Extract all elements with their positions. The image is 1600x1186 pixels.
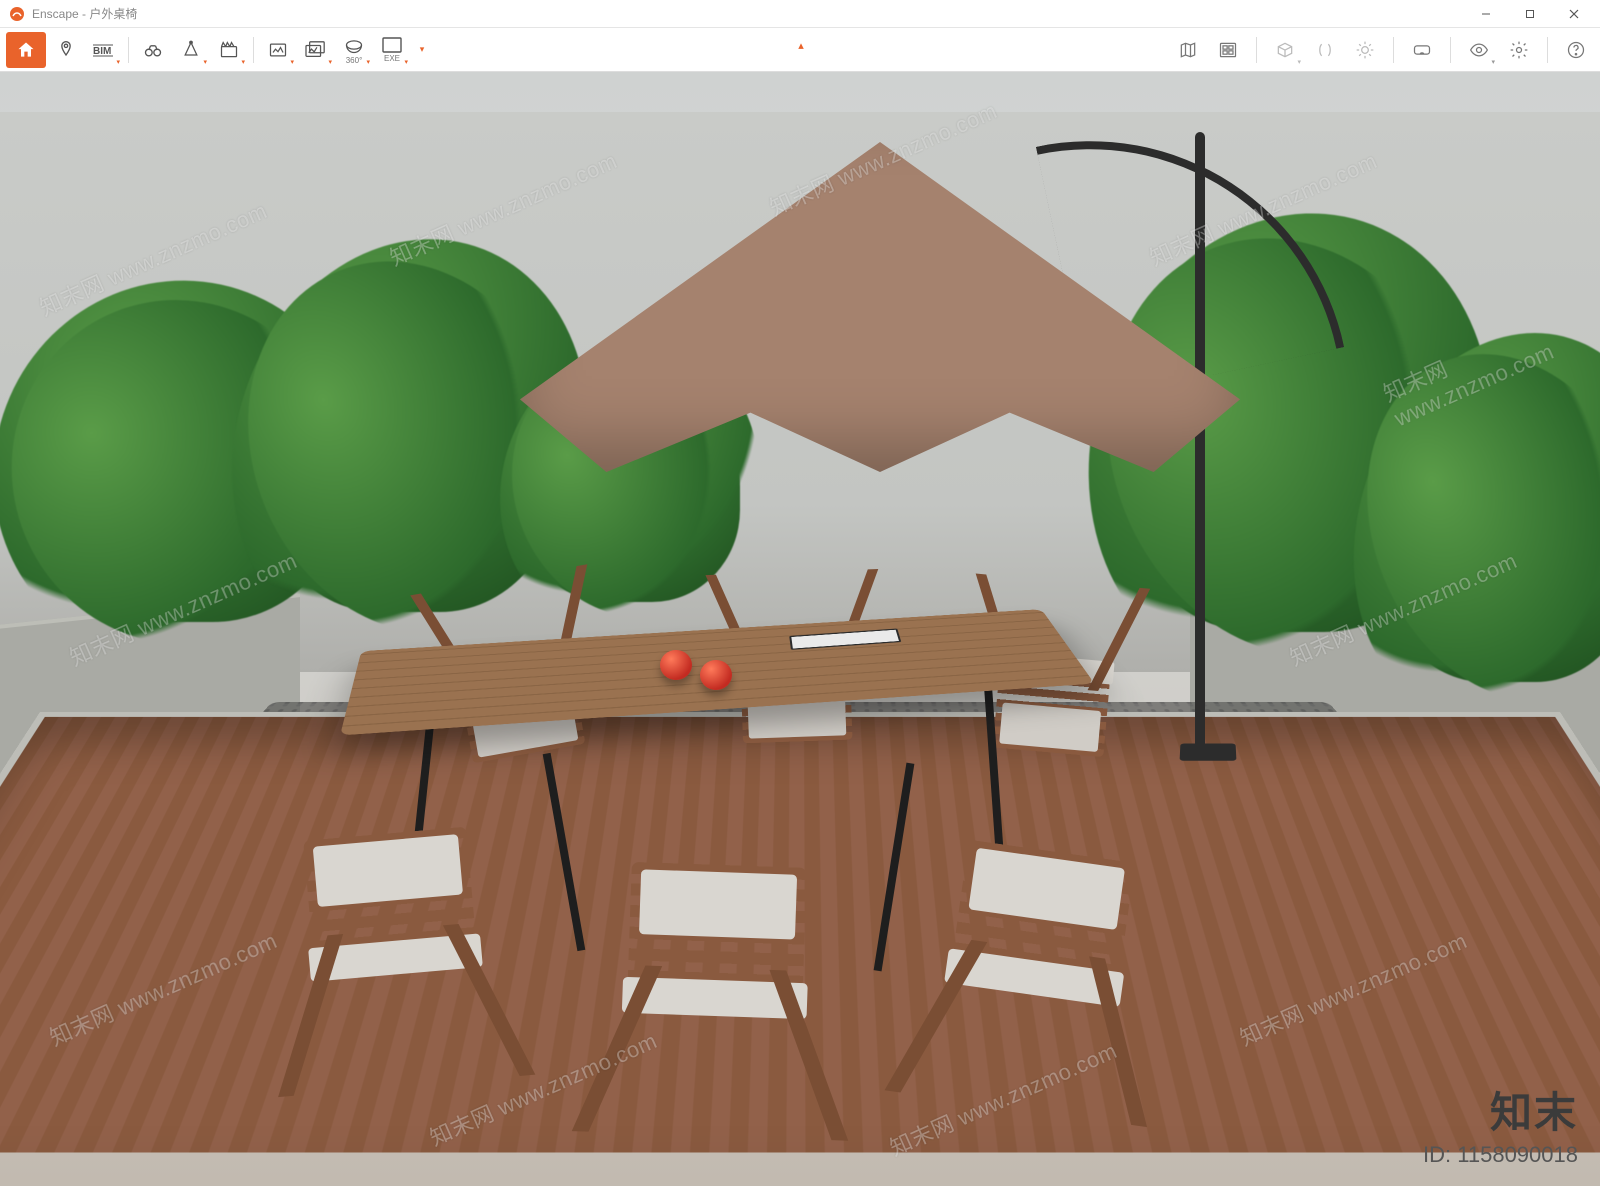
scene-umbrella-pole — [1195, 132, 1205, 752]
window-title: Enscape - 户外桌椅 — [32, 5, 1464, 22]
collapse-toolbar-icon[interactable]: ▴ — [798, 39, 804, 52]
perspective-button[interactable]: ▾ — [173, 32, 209, 68]
scene-umbrella-base — [1180, 744, 1237, 761]
pin-button[interactable] — [48, 32, 84, 68]
window-titlebar: Enscape - 户外桌椅 — [0, 0, 1600, 28]
watermark-credit: 知末 ID: 1158090018 — [1423, 1079, 1578, 1168]
help-button[interactable] — [1558, 32, 1594, 68]
main-toolbar: BIM ▾ ▾ ▾ ▾ ▾ 360° ▾ — [0, 28, 1600, 72]
home-button[interactable] — [6, 32, 46, 68]
scene-chair — [908, 820, 1163, 1124]
binoculars-button[interactable] — [135, 32, 171, 68]
watermark-id: ID: 1158090018 — [1423, 1142, 1578, 1168]
scene-chair — [596, 844, 834, 1140]
panorama-label: 360° — [346, 56, 363, 65]
vr-button[interactable] — [1404, 32, 1440, 68]
minimize-button[interactable] — [1464, 0, 1508, 28]
watermark-id-value: 1158090018 — [1457, 1142, 1578, 1167]
batch-render-button[interactable]: ▾ — [298, 32, 334, 68]
scene-apple — [660, 650, 692, 680]
sun-button[interactable] — [1347, 32, 1383, 68]
map-button[interactable] — [1170, 32, 1206, 68]
bounding-box-button[interactable]: ▾ — [1267, 32, 1303, 68]
export-exe-button[interactable]: EXE ▾ — [374, 32, 410, 68]
screenshot-button[interactable]: ▾ — [260, 32, 296, 68]
asset-library-button[interactable] — [1210, 32, 1246, 68]
mirror-button[interactable] — [1307, 32, 1343, 68]
render-viewport[interactable]: 知末网 www.znzmo.com 知末网 www.znzmo.com 知末网 … — [0, 72, 1600, 1186]
watermark-brand: 知末 — [1423, 1079, 1578, 1140]
maximize-button[interactable] — [1508, 0, 1552, 28]
scene-chair — [277, 809, 512, 1095]
svg-text:BIM: BIM — [93, 46, 111, 57]
scene-apple — [700, 660, 732, 690]
bim-button[interactable]: BIM ▾ — [86, 32, 122, 68]
panorama-button[interactable]: 360° ▾ — [336, 32, 372, 68]
view-settings-button[interactable]: ▾ — [1461, 32, 1497, 68]
watermark-id-label: ID: — [1423, 1142, 1451, 1167]
video-button[interactable]: ▾ — [211, 32, 247, 68]
window-controls — [1464, 0, 1596, 28]
overflow-button[interactable]: ▾ — [412, 32, 432, 68]
settings-button[interactable] — [1501, 32, 1537, 68]
exe-label: EXE — [384, 54, 400, 63]
app-logo-icon — [8, 5, 26, 23]
close-button[interactable] — [1552, 0, 1596, 28]
scene-plant — [1380, 372, 1600, 682]
